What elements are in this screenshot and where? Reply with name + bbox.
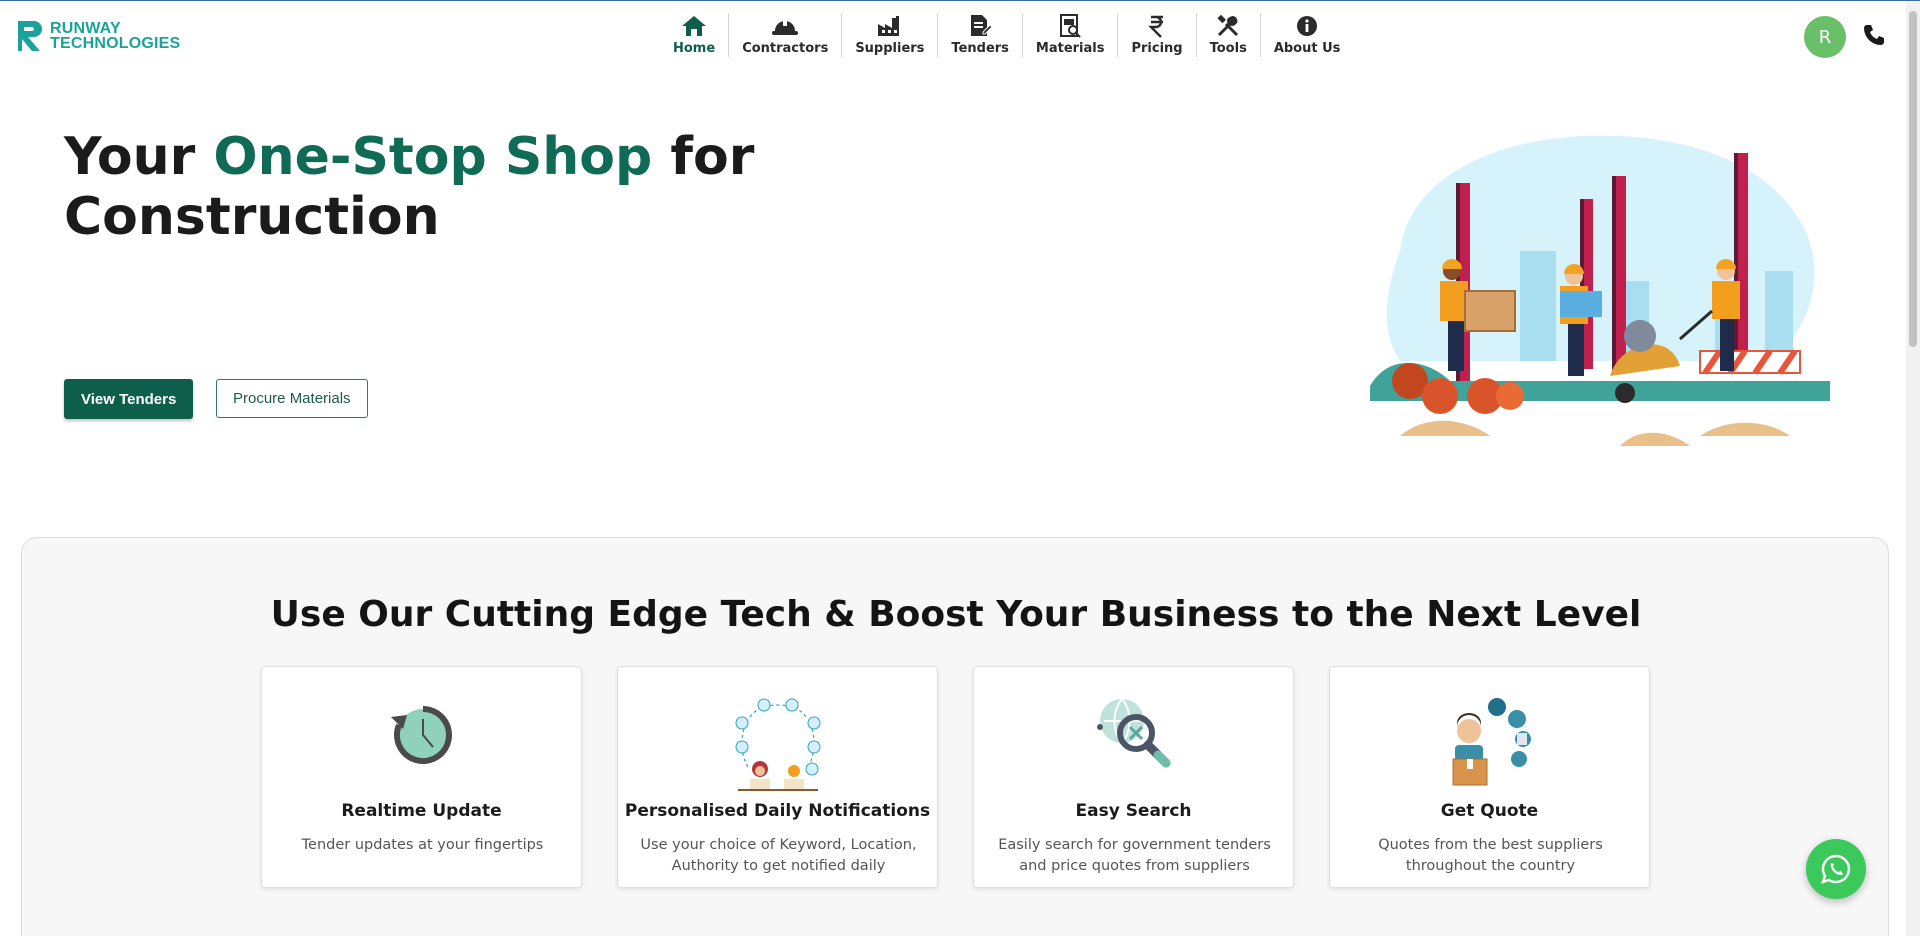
nav-item-tools[interactable]: Tools [1197, 13, 1261, 57]
card-text: Easily search for government tenders and… [998, 837, 1271, 874]
nav-label-home: Home [673, 41, 716, 56]
nav-item-tenders[interactable]: Tenders [938, 13, 1023, 57]
header: RUNWAY TECHNOLOGIES Home Contractors Sup… [0, 1, 1920, 71]
brand-line-2: TECHNOLOGIES [50, 35, 181, 52]
scrollbar-thumb[interactable] [1909, 11, 1917, 347]
feature-card-personalised-notifications[interactable]: Personalised Daily Notifications Use you… [617, 666, 938, 888]
card-title: Realtime Update [341, 801, 502, 821]
page: RUNWAY TECHNOLOGIES Home Contractors Sup… [0, 0, 1920, 936]
feature-card-easy-search[interactable]: Easy Search Easily search for government… [973, 666, 1294, 888]
brand-logo[interactable]: RUNWAY TECHNOLOGIES [16, 19, 180, 53]
nav-item-materials[interactable]: Materials [1023, 13, 1119, 57]
card-text: Use your choice of Keyword, Location, Au… [640, 837, 917, 874]
hero-title-prefix: Your [64, 127, 196, 187]
hero-title-accent: One-Stop Shop [213, 127, 653, 187]
view-tenders-button[interactable]: View Tenders [64, 379, 194, 419]
logo-mark-icon [16, 19, 46, 53]
nav-label-contractors: Contractors [742, 41, 829, 56]
phone-icon[interactable] [1862, 23, 1886, 47]
home-icon [681, 13, 707, 39]
nav-label-tenders: Tenders [951, 41, 1009, 56]
hero-title: Your One-Stop Shop for Construction [64, 127, 784, 247]
hero-title-line2: Construction [64, 187, 440, 247]
whatsapp-chat-button[interactable] [1806, 839, 1866, 899]
construction-workers-illustration [1370, 131, 1830, 451]
nav-item-pricing[interactable]: Pricing [1118, 13, 1197, 57]
notifications-network-icon [618, 697, 937, 791]
tools-icon [1216, 13, 1240, 39]
factory-icon [876, 13, 904, 39]
card-title: Get Quote [1440, 801, 1539, 821]
materials-icon [1058, 13, 1082, 39]
feature-card-realtime-update[interactable]: Realtime Update Tender updates at your f… [261, 666, 582, 888]
info-icon [1296, 13, 1318, 39]
brand-line-1: RUNWAY [50, 20, 121, 37]
user-avatar[interactable]: R [1804, 16, 1846, 58]
nav-item-suppliers[interactable]: Suppliers [842, 13, 939, 57]
globe-search-icon [974, 697, 1293, 777]
card-title: Easy Search [1075, 801, 1192, 821]
main-nav: Home Contractors Suppliers Tenders Mater… [660, 13, 1353, 59]
whatsapp-icon [1821, 854, 1851, 884]
card-text: Tender updates at your fingertips [301, 837, 544, 853]
procure-materials-button[interactable]: Procure Materials [216, 379, 368, 418]
hero-title-suffix: for [670, 127, 755, 187]
feature-card-get-quote[interactable]: Get Quote Quotes from the best suppliers… [1329, 666, 1650, 888]
nav-item-about-us[interactable]: About Us [1261, 13, 1354, 57]
card-title: Personalised Daily Notifications [624, 801, 931, 821]
nav-label-pricing: Pricing [1131, 41, 1183, 56]
page-scrollbar[interactable] [1906, 1, 1920, 936]
nav-label-materials: Materials [1035, 41, 1105, 56]
nav-item-contractors[interactable]: Contractors [729, 13, 843, 57]
features-section: Use Our Cutting Edge Tech & Boost Your B… [21, 537, 1889, 936]
features-heading: Use Our Cutting Edge Tech & Boost Your B… [270, 594, 1642, 635]
brand-name: RUNWAY TECHNOLOGIES [50, 20, 181, 52]
nav-label-suppliers: Suppliers [855, 41, 925, 56]
quote-person-icon [1330, 697, 1649, 786]
rupee-icon [1148, 13, 1166, 39]
hardhat-icon [771, 13, 799, 39]
card-text: Quotes from the best suppliers throughou… [1378, 837, 1603, 874]
nav-label-tools: Tools [1209, 41, 1247, 56]
nav-label-about-us: About Us [1273, 41, 1341, 56]
document-edit-icon [968, 13, 993, 39]
nav-item-home[interactable]: Home [660, 13, 730, 57]
clock-refresh-icon [262, 697, 581, 777]
